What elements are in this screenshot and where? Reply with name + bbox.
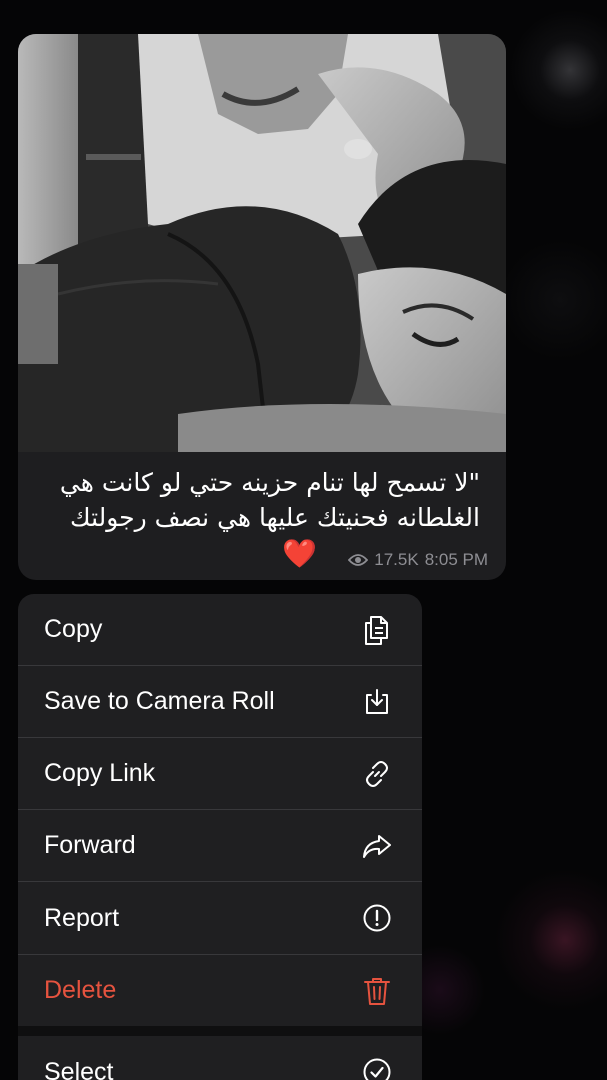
- photo-illustration: [18, 34, 506, 452]
- eye-icon: [348, 553, 369, 567]
- menu-item-copy-link[interactable]: Copy Link: [18, 738, 422, 810]
- menu-item-save-to-camera-roll[interactable]: Save to Camera Roll: [18, 666, 422, 738]
- menu-item-delete[interactable]: Delete: [18, 954, 422, 1026]
- view-count: 17.5K: [374, 550, 419, 569]
- download-icon: [360, 685, 394, 719]
- menu-item-forward[interactable]: Forward: [18, 810, 422, 882]
- checkmark-circle-icon: [360, 1055, 394, 1080]
- menu-item-label: Copy: [44, 615, 103, 643]
- link-icon: [360, 757, 394, 791]
- menu-item-label: Save to Camera Roll: [44, 687, 275, 715]
- message-caption: "لا تسمح لها تنام حزينه حتي لو كانت هي ا…: [34, 465, 480, 535]
- menu-item-label: Report: [44, 903, 120, 932]
- menu-item-label: Forward: [44, 831, 136, 859]
- menu-group-separator: [18, 1026, 422, 1036]
- menu-item-select[interactable]: Select: [18, 1036, 422, 1080]
- message-bubble[interactable]: "لا تسمح لها تنام حزينه حتي لو كانت هي ا…: [18, 34, 506, 580]
- message-photo[interactable]: [18, 34, 506, 452]
- forward-icon: [360, 829, 394, 863]
- report-icon: [360, 901, 394, 935]
- copy-icon: [360, 613, 394, 647]
- context-menu: Copy Save to Camera Roll Copy Link Forwa…: [18, 594, 422, 1080]
- caption-line-1: "لا تسمح لها تنام حزينه حتي لو كانت هي: [59, 468, 480, 497]
- caption-line-2: الغلطانه فحنيتك عليها هي نصف رجولتك: [70, 503, 480, 532]
- screen: "لا تسمح لها تنام حزينه حتي لو كانت هي ا…: [0, 0, 607, 1080]
- menu-item-label: Copy Link: [44, 759, 156, 787]
- message-meta: 17.5K 8:05 PM: [348, 550, 488, 570]
- menu-item-copy[interactable]: Copy: [18, 594, 422, 666]
- message-time: 8:05 PM: [424, 550, 488, 569]
- trash-icon: [360, 974, 394, 1008]
- menu-item-label: Delete: [44, 976, 117, 1004]
- heart-emoji: ❤️: [282, 537, 317, 570]
- menu-item-report[interactable]: Report: [18, 882, 422, 954]
- menu-item-label: Select: [44, 1057, 114, 1080]
